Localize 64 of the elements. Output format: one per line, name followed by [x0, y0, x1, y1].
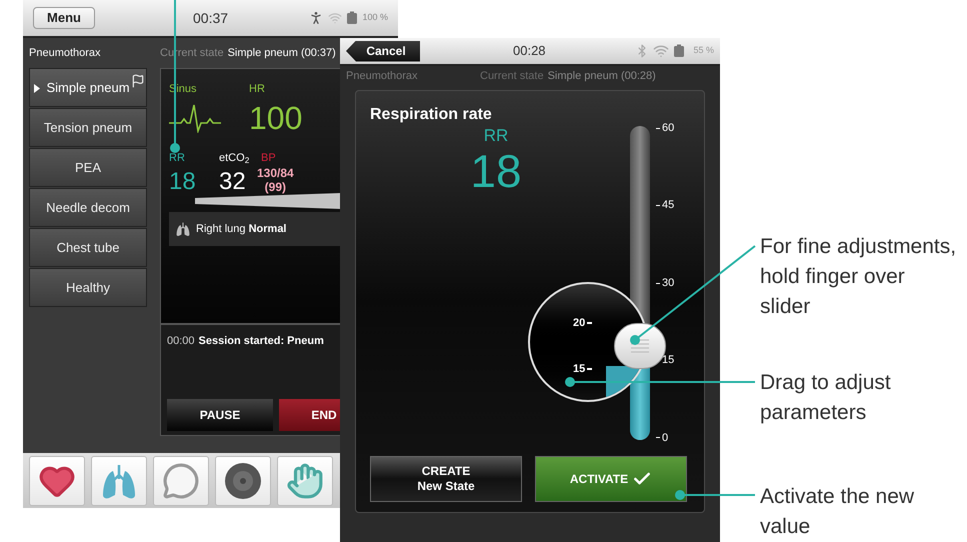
state-button[interactable]: Tension pneum — [29, 108, 147, 147]
callout-text: Activate the new value — [760, 484, 916, 540]
rr-value: 18 — [169, 167, 197, 197]
tick-mark — [587, 368, 592, 370]
dialog-title: Respiration rate — [370, 105, 493, 125]
callout-text: For fine adjustments, hold finger over slider — [760, 234, 958, 320]
magnified-scale-label: 20 — [573, 316, 586, 330]
scenario-name: Pneumothorax — [346, 68, 419, 84]
etco2-value: 32 — [219, 167, 247, 197]
create-button[interactable]: CREATE New State — [370, 456, 522, 502]
state-button[interactable]: PEA — [29, 148, 147, 187]
clock-time: 00:28 — [513, 42, 546, 60]
scenario-name: Pneumothorax — [29, 46, 102, 61]
caret-icon — [34, 84, 40, 93]
menu-button[interactable]: Menu — [33, 7, 95, 29]
current-state-value: Simple pneum (00:28) — [548, 68, 656, 84]
current-state-value: Simple pneum (00:37) — [228, 46, 336, 61]
cancel-button[interactable]: Cancel — [346, 40, 420, 62]
bp-value: (99) — [264, 180, 286, 194]
current-state-label: Current state — [480, 68, 544, 84]
wifi-icon — [653, 43, 670, 59]
wifi-icon — [328, 11, 342, 25]
state-button[interactable]: Needle decom — [29, 188, 147, 227]
clock-time: 00:37 — [193, 8, 228, 28]
tick-mark — [656, 437, 660, 438]
scale-label: 0 — [662, 430, 668, 446]
toolbar-button[interactable] — [29, 456, 85, 506]
grip-icon — [629, 338, 651, 354]
scale-label: 15 — [662, 353, 674, 368]
flag-icon — [131, 74, 145, 88]
scale-label: 45 — [662, 198, 674, 214]
hr-value: 100 — [249, 98, 302, 138]
state-button[interactable]: Simple pneum — [29, 68, 147, 107]
magnified-scale-label: 15 — [573, 362, 586, 376]
parameter-label: RR — [482, 127, 510, 145]
battery-icon — [673, 44, 686, 58]
scale-label: 30 — [662, 276, 674, 291]
battery-level: 100 % — [362, 11, 388, 24]
tick-mark — [656, 282, 660, 284]
hr-label: HR — [249, 82, 265, 97]
pause-button[interactable]: PAUSE — [167, 399, 273, 431]
tick-mark — [587, 322, 592, 324]
scale-label: 60 — [662, 121, 674, 136]
battery-icon — [346, 11, 358, 25]
toolbar-button[interactable] — [215, 456, 271, 506]
log-message: Session started: Pneum — [198, 334, 324, 349]
speaker-icon — [224, 462, 262, 500]
ecg-waveform — [169, 102, 221, 132]
etco2-label: etCO$_{2}$ — [219, 150, 250, 166]
callout-text: Drag to adjust parameters — [760, 370, 892, 426]
lung-status: Right lung Normal — [196, 222, 286, 237]
state-button[interactable]: Healthy — [29, 268, 147, 307]
speech-bubble-icon — [162, 462, 200, 500]
tick-mark — [656, 205, 660, 206]
rr-label: RR — [169, 150, 186, 166]
state-button[interactable]: Chest tube — [29, 228, 147, 267]
parameter-value: 18 — [469, 145, 523, 197]
activate-button[interactable]: ACTIVATE — [535, 456, 687, 502]
tick-mark — [656, 128, 660, 129]
bp-value: 130/84 — [257, 166, 294, 180]
lungs-icon — [175, 221, 191, 237]
log-time: 00:00 — [167, 334, 195, 349]
bp-label: BP — [261, 150, 276, 166]
battery-level: 55 % — [693, 44, 714, 58]
